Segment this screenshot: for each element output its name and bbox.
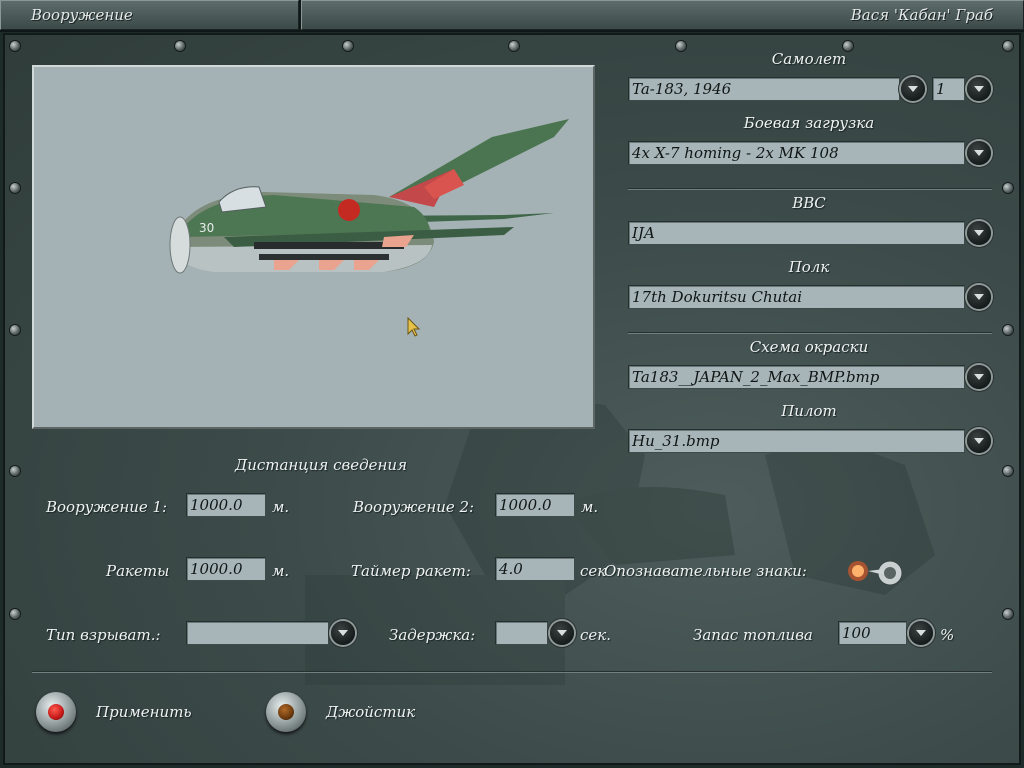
weapon2-unit: м. [581, 498, 599, 516]
title-bar: Вооружение Вася 'Кабан' Граб [0, 0, 1024, 32]
aircraft-model-image: 30 [169, 119, 569, 274]
divider [628, 332, 992, 334]
joystick-button-label[interactable]: Джойстик [326, 703, 415, 721]
convergence-heading: Дистанция сведения [235, 456, 407, 474]
pilot-name-tab: Вася 'Кабан' Граб [301, 0, 1024, 30]
chevron-down-icon [974, 294, 984, 300]
rivet-icon [1003, 609, 1013, 619]
toggle-switch-icon [848, 560, 903, 586]
loadout-section-label: Боевая загрузка [743, 114, 875, 132]
rivet-icon [509, 41, 519, 51]
aircraft-section-label: Самолет [771, 50, 847, 68]
markings-toggle[interactable] [842, 556, 912, 590]
regiment-select[interactable]: 17th Dokuritsu Chutai [628, 285, 965, 309]
paint-scheme-section-label: Схема окраски [749, 338, 869, 356]
fuse-type-dropdown-button[interactable] [331, 621, 355, 645]
aircraft-side-number: 30 [199, 221, 214, 235]
rivet-icon [1003, 325, 1013, 335]
chevron-down-icon [974, 86, 984, 92]
rockets-label: Ракеты [106, 562, 170, 580]
rivet-icon [10, 466, 20, 476]
rivet-icon [10, 41, 20, 51]
air-force-dropdown-button[interactable] [967, 221, 991, 245]
chevron-down-icon [974, 438, 984, 444]
aircraft-count-select[interactable]: 1 [932, 77, 965, 101]
fuel-select[interactable]: 100 [838, 621, 907, 645]
joystick-button[interactable] [266, 692, 306, 732]
regiment-section-label: Полк [788, 258, 830, 276]
rivet-icon [1003, 41, 1013, 51]
pilot-skin-select[interactable]: Hu_31.bmp [628, 429, 965, 453]
fuel-unit: % [940, 626, 955, 644]
rockets-convergence-input[interactable]: 1000.0 [186, 557, 266, 581]
pilot-skin-dropdown-button[interactable] [967, 429, 991, 453]
fuse-delay-unit: сек. [580, 626, 612, 644]
weapon1-label: Вооружение 1: [46, 498, 168, 516]
pilot-skin-section-label: Пилот [781, 402, 837, 420]
weapon1-unit: м. [272, 498, 290, 516]
paint-scheme-select[interactable]: Ta183__JAPAN_2_Max_BMP.bmp [628, 365, 965, 389]
apply-button[interactable] [36, 692, 76, 732]
screen-title-tab: Вооружение [0, 0, 299, 30]
rivet-icon [1003, 466, 1013, 476]
fuse-type-select[interactable] [186, 621, 329, 645]
fuel-label: Запас топлива [693, 626, 813, 644]
regiment-dropdown-button[interactable] [967, 285, 991, 309]
fuse-delay-label: Задержка: [389, 626, 476, 644]
divider [628, 188, 992, 190]
aircraft-count-dropdown-button[interactable] [967, 77, 991, 101]
divider [32, 671, 992, 673]
joystick-led-icon [278, 704, 294, 720]
fuse-delay-select[interactable] [495, 621, 548, 645]
rocket-timer-input[interactable]: 4.0 [495, 557, 575, 581]
rocket-timer-unit: сек [580, 562, 607, 580]
fuse-delay-dropdown-button[interactable] [550, 621, 574, 645]
mouse-cursor-icon [407, 317, 421, 337]
aircraft-preview[interactable]: 30 [32, 65, 595, 429]
pilot-name: Вася 'Кабан' Граб [850, 6, 993, 24]
apply-led-icon [48, 704, 64, 720]
chevron-down-icon [557, 630, 567, 636]
air-force-section-label: ВВС [792, 194, 826, 212]
aircraft-dropdown-button[interactable] [901, 77, 925, 101]
rivet-icon [10, 325, 20, 335]
loadout-select[interactable]: 4x X-7 homing - 2x MK 108 [628, 141, 965, 165]
fuel-dropdown-button[interactable] [909, 621, 933, 645]
rivet-icon [10, 183, 20, 193]
weapon2-convergence-input[interactable]: 1000.0 [495, 493, 575, 517]
rockets-unit: м. [272, 562, 290, 580]
rocket-timer-label: Таймер ракет: [351, 562, 471, 580]
fuse-type-label: Тип взрыват.: [46, 626, 161, 644]
paint-scheme-dropdown-button[interactable] [967, 365, 991, 389]
rivet-icon [343, 41, 353, 51]
apply-button-label[interactable]: Применить [96, 703, 192, 721]
loadout-dropdown-button[interactable] [967, 141, 991, 165]
chevron-down-icon [338, 630, 348, 636]
weapon1-convergence-input[interactable]: 1000.0 [186, 493, 266, 517]
chevron-down-icon [974, 374, 984, 380]
rivet-icon [175, 41, 185, 51]
chevron-down-icon [908, 86, 918, 92]
rivet-icon [10, 609, 20, 619]
rivet-icon [1003, 183, 1013, 193]
chevron-down-icon [974, 150, 984, 156]
chevron-down-icon [974, 230, 984, 236]
markings-label: Опознавательные знаки: [604, 562, 807, 580]
chevron-down-icon [916, 630, 926, 636]
air-force-select[interactable]: IJA [628, 221, 965, 245]
screen-title: Вооружение [31, 6, 133, 24]
aircraft-select[interactable]: Ta-183, 1946 [628, 77, 900, 101]
weapon2-label: Вооружение 2: [353, 498, 475, 516]
